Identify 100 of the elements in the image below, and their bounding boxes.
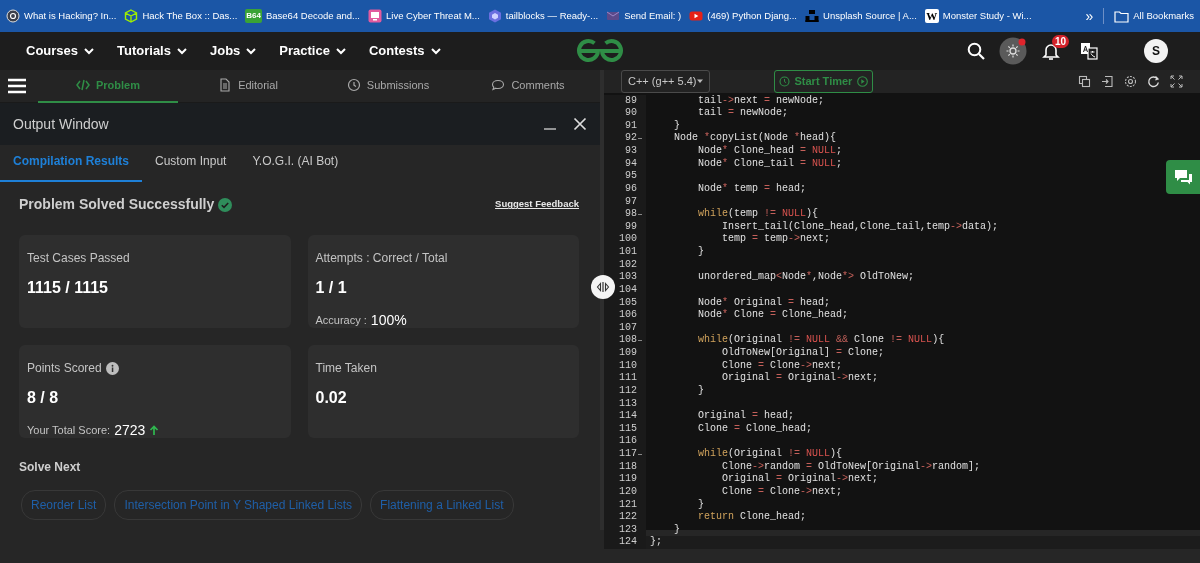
block-icon	[805, 9, 819, 23]
line-number: 109	[619, 347, 637, 360]
chat-button-icon[interactable]	[1166, 160, 1200, 194]
line-number: 91	[625, 119, 637, 133]
code-line: tail = newNode;	[698, 107, 789, 120]
nav-menu-link[interactable]: Tutorials	[117, 41, 171, 61]
circle-logo-icon	[6, 9, 20, 23]
tab[interactable]: Submissions	[318, 69, 458, 103]
bookmark-link[interactable]: Live Cyber Threat M...	[386, 8, 480, 24]
line-number: 95	[625, 170, 637, 183]
timer-button[interactable]: Start Timer	[773, 70, 874, 93]
user-avatar[interactable]: S	[1144, 39, 1168, 63]
logo-icon: B64	[245, 9, 262, 23]
stat-value: 1115 / 1115	[27, 278, 109, 298]
line-number: 104	[619, 283, 637, 297]
line-number: 114	[619, 410, 637, 423]
bookmark-link[interactable]: Hack The Box :: Das...	[142, 8, 238, 24]
code-line: Original = Original->next;	[722, 372, 879, 385]
tab[interactable]: Editorial	[178, 69, 318, 103]
line-number: 116	[619, 435, 637, 448]
line-number: 110	[619, 359, 637, 373]
tab[interactable]: Custom Input	[142, 142, 240, 182]
stat-note-label: Your Total Score:	[27, 423, 111, 439]
nav-menu-link[interactable]: Courses	[26, 41, 79, 61]
line-number: 97	[625, 195, 637, 209]
line-number: 105	[619, 296, 637, 310]
tab[interactable]: Y.O.G.I. (AI Bot)	[239, 142, 352, 182]
settings-icon[interactable]	[1124, 74, 1137, 88]
chevron-down-icon	[334, 46, 347, 56]
line-number: 111	[619, 372, 637, 385]
bookmark-link[interactable]: What is Hacking? In...	[24, 8, 117, 24]
chevron-down-icon	[175, 46, 188, 56]
code-line: unordered_map<Node*,Node*> OldToNew;	[698, 271, 915, 284]
line-number: 124	[619, 536, 637, 549]
menu-icon[interactable]	[8, 78, 26, 94]
line-number: 115	[619, 422, 637, 436]
stat-note-label: Accuracy :	[315, 313, 367, 329]
notification-badge: 10	[1051, 35, 1069, 48]
code-line: }	[674, 523, 680, 537]
clock-icon	[778, 75, 790, 87]
stat-value: 8 / 8	[27, 388, 60, 408]
bookmark-link[interactable]: Send Email: )	[624, 8, 682, 24]
code-line: while(Original != NULL){	[698, 448, 843, 461]
check-circle-icon	[218, 197, 233, 212]
nav-menu-link[interactable]: Practice	[279, 41, 330, 61]
all-bookmarks-link[interactable]: All Bookmarks	[1133, 8, 1194, 24]
more-bookmarks-button[interactable]: »	[1085, 5, 1094, 27]
fold-icon[interactable]	[638, 452, 642, 456]
language-dropdown[interactable]: C++ (g++ 5.4)	[621, 70, 710, 93]
code-line: Original = Original->next;	[722, 473, 879, 486]
line-number: 89	[625, 94, 637, 108]
code-line: }	[698, 498, 704, 512]
bookmark-link[interactable]: Monster Study - Wi...	[942, 8, 1032, 24]
cube-icon	[124, 9, 139, 23]
code-line: Clone = Clone->next;	[722, 359, 843, 372]
bookmark-link[interactable]: Unsplash Source | A...	[823, 8, 917, 24]
status-message: Problem Solved Successfully	[19, 195, 215, 214]
code-line: Node* Clone_head = NULL;	[698, 145, 843, 158]
theme-toggle-icon[interactable]	[999, 37, 1027, 65]
fold-icon[interactable]	[638, 137, 642, 141]
code-line: Node* Clone_tail = NULL;	[698, 157, 843, 171]
stat-label: Time Taken	[315, 360, 377, 377]
envelope-icon	[606, 9, 621, 23]
fold-icon[interactable]	[638, 212, 642, 216]
nav-menu-link[interactable]: Contests	[368, 41, 425, 61]
code-line: while(Original != NULL && Clone != NULL){	[698, 334, 945, 347]
feedback-link[interactable]: Suggest Feedback	[495, 197, 579, 212]
tab[interactable]: Compilation Results	[0, 142, 142, 182]
refresh-icon[interactable]	[1147, 74, 1160, 88]
close-icon[interactable]	[573, 117, 587, 131]
code-line: temp = temp->next;	[722, 233, 831, 246]
code-line: Node *copyList(Node *head){	[674, 132, 837, 145]
bookmark-link[interactable]: (469) Python Djang...	[707, 8, 797, 24]
copy-icon[interactable]	[1078, 74, 1091, 88]
bookmark-link[interactable]: Base64 Decode and...	[265, 8, 360, 24]
line-number: 118	[619, 460, 637, 474]
code-line: return Clone_head;	[698, 511, 807, 524]
search-icon[interactable]	[967, 42, 985, 60]
chevron-down-icon	[83, 46, 96, 56]
fold-icon[interactable]	[638, 339, 642, 343]
play-circle-icon	[857, 75, 869, 87]
clock-icon	[346, 78, 361, 92]
folder-icon	[1114, 9, 1130, 23]
tab[interactable]: Comments	[458, 69, 598, 103]
import-icon[interactable]	[1101, 74, 1114, 88]
bookmark-link[interactable]: tailblocks — Ready-...	[505, 8, 599, 24]
line-number: 120	[619, 485, 637, 499]
code-line: }	[698, 384, 704, 398]
nav-menu-link[interactable]: Jobs	[209, 41, 241, 61]
code-line: Clone = Clone_head;	[698, 422, 813, 436]
translate-icon[interactable]	[1080, 42, 1098, 60]
line-number: 94	[625, 157, 637, 171]
logo-icon	[576, 39, 624, 63]
document-icon	[218, 78, 233, 92]
stat-label: Test Cases Passed	[27, 250, 130, 267]
splitter-handle-icon[interactable]	[591, 275, 615, 299]
code-line: Insert_tail(Clone_head,Clone_tail,temp->data);	[722, 220, 999, 234]
line-number: 96	[625, 182, 637, 196]
code-line: Node* Clone = Clone_head;	[698, 309, 849, 322]
fullscreen-icon[interactable]	[1170, 74, 1183, 88]
